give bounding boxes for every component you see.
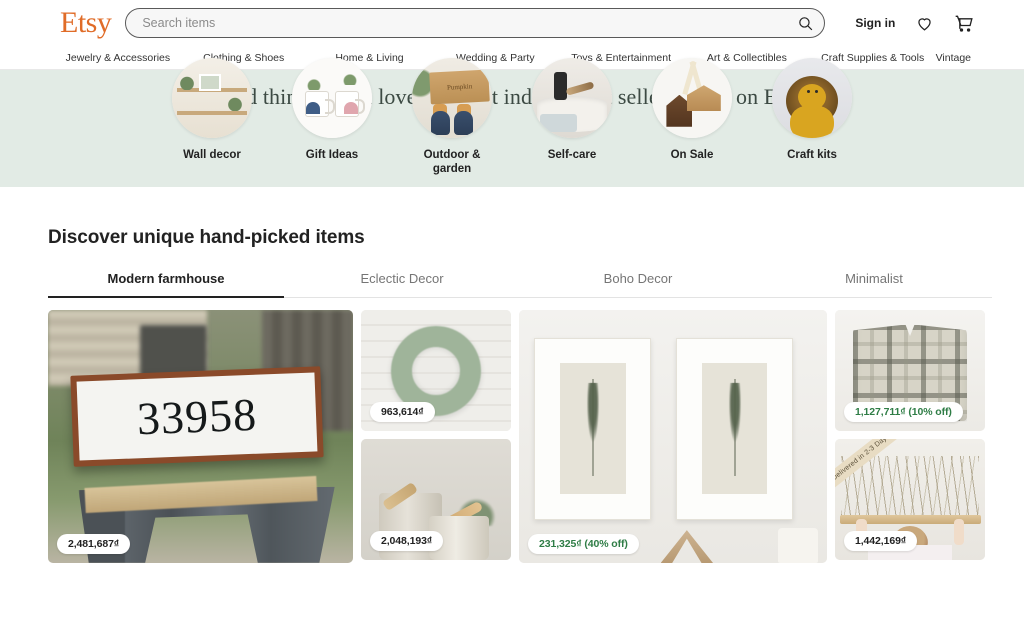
tab-modern-farmhouse[interactable]: Modern farmhouse: [48, 271, 284, 298]
favorites-button[interactable]: [913, 12, 935, 34]
self-care-tray-photo: [532, 58, 612, 138]
tab-minimalist[interactable]: Minimalist: [756, 271, 992, 297]
category-thumbnail: [292, 58, 372, 138]
category-on-sale[interactable]: On Sale: [652, 58, 732, 177]
product-card-botanical-print-pair[interactable]: 231,325₫ (40% off): [519, 310, 827, 563]
category-label: Craft kits: [787, 149, 837, 161]
price-badge-discounted: 231,325₫ (40% off): [528, 534, 639, 554]
shopping-cart-icon: [956, 15, 974, 32]
product-card-dried-grass-shelf[interactable]: Delivered in 2-3 Days 1,442,169₫: [835, 439, 985, 560]
product-column-2: 963,614₫ 2,048,193₫: [361, 310, 511, 563]
gift-mugs-photo: [292, 58, 372, 138]
header-top-bar: Etsy Sign in: [0, 0, 1024, 46]
header-actions: Sign in: [855, 12, 975, 34]
price-badge-discounted: 1,127,711₫ (10% off): [844, 402, 963, 422]
category-self-care[interactable]: Self-care: [532, 58, 612, 177]
category-gift-ideas[interactable]: Gift Ideas: [292, 58, 372, 177]
category-label: Outdoor & garden: [423, 149, 481, 176]
search-icon: [799, 16, 813, 30]
discover-section: Discover unique hand-picked items Modern…: [0, 187, 1024, 298]
wood-ornament-photo: [652, 58, 732, 138]
sign-number-text: 33958: [76, 372, 318, 461]
category-label: On Sale: [670, 149, 714, 161]
botanical-print-pair-photo: [519, 310, 827, 563]
product-card-plaid-throw-pillow[interactable]: 1,127,711₫ (10% off): [835, 310, 985, 431]
product-card-house-number-sign[interactable]: 33958 2,481,687₫: [48, 310, 353, 563]
category-circle-row: Wall decor Gift Ideas Pumpkin Outdoor & …: [0, 58, 1024, 177]
category-wall-decor[interactable]: Wall decor: [172, 58, 252, 177]
discover-tabs: Modern farmhouse Eclectic Decor Boho Dec…: [48, 271, 992, 298]
wall-decor-shelf-photo: [172, 58, 252, 138]
cart-button[interactable]: [953, 12, 975, 34]
product-column-1: 33958 2,481,687₫: [48, 310, 353, 563]
product-grid: 33958 2,481,687₫ 963,614₫ 2,048,193₫ 231…: [0, 298, 1024, 563]
tab-eclectic-decor[interactable]: Eclectic Decor: [284, 271, 520, 297]
category-label: Self-care: [547, 149, 597, 161]
category-thumbnail: [652, 58, 732, 138]
heart-icon: [918, 17, 931, 31]
category-outdoor-garden[interactable]: Pumpkin Outdoor & garden: [412, 58, 492, 177]
price-badge: 2,048,193₫: [370, 531, 444, 551]
category-label: Gift Ideas: [305, 149, 359, 161]
category-thumbnail: [532, 58, 612, 138]
product-column-4: 1,127,711₫ (10% off) Delivered in 2-3 Da…: [835, 310, 985, 563]
price-badge: 963,614₫: [370, 402, 435, 422]
product-column-3: 231,325₫ (40% off): [519, 310, 827, 563]
category-craft-kits[interactable]: Craft kits: [772, 58, 852, 177]
house-number-sign-photo: 33958: [48, 310, 353, 563]
search-input[interactable]: [125, 8, 826, 38]
tab-boho-decor[interactable]: Boho Decor: [520, 271, 756, 297]
price-badge: 2,481,687₫: [57, 534, 131, 554]
discover-title: Discover unique hand-picked items: [48, 227, 365, 248]
etsy-logo[interactable]: Etsy: [60, 8, 112, 38]
crochet-lion-photo: [772, 58, 852, 138]
search-submit-button[interactable]: [793, 11, 817, 35]
category-label: Wall decor: [183, 149, 241, 161]
category-thumbnail: Pumpkin: [412, 58, 492, 138]
search-bar: [125, 8, 826, 38]
price-badge: 1,442,169₫: [844, 531, 918, 551]
product-card-stoneware-crocks[interactable]: 2,048,193₫: [361, 439, 511, 560]
pumpkin-doormat-photo: Pumpkin: [412, 58, 492, 138]
sign-in-link[interactable]: Sign in: [855, 16, 895, 30]
category-thumbnail: [172, 58, 252, 138]
category-thumbnail: [772, 58, 852, 138]
product-card-eucalyptus-wreath[interactable]: 963,614₫: [361, 310, 511, 431]
